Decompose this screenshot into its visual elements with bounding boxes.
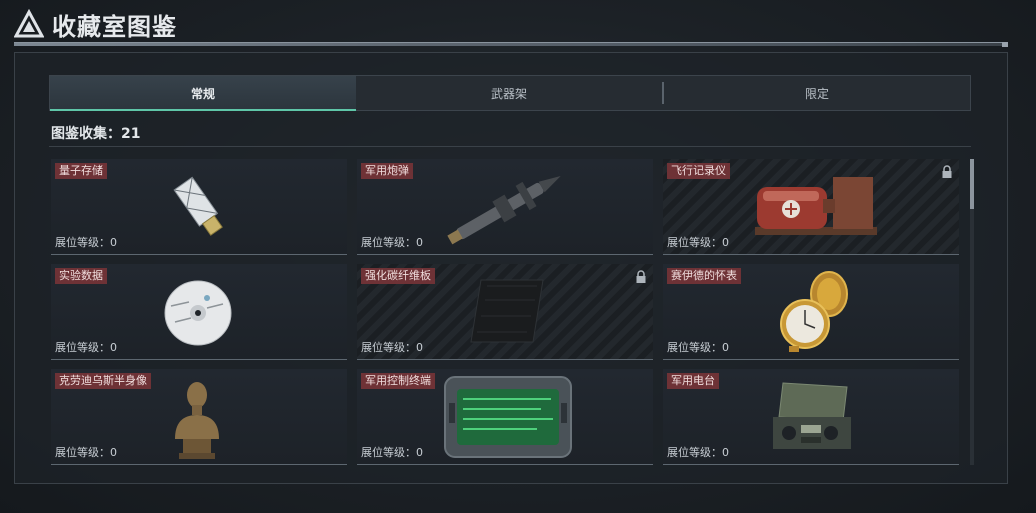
- tab-weapon-rack[interactable]: 武器架: [356, 76, 662, 110]
- control-terminal-icon: [444, 376, 572, 458]
- item-name: 军用电台: [667, 373, 719, 389]
- item-card[interactable]: 军用控制终端 展位等级：0: [357, 369, 653, 465]
- item-name: 克劳迪乌斯半身像: [55, 373, 151, 389]
- artillery-shell-icon: [447, 176, 561, 245]
- item-level: 展位等级：0: [361, 341, 423, 354]
- collection-count: 图鉴收集：21: [51, 126, 141, 142]
- item-card[interactable]: 量子存储 展位等级：0: [51, 159, 347, 255]
- tab-label: 武器架: [490, 86, 527, 101]
- item-grid: 量子存储 展位等级：0 军用炮弹 展位等级：0 飞行记录仪 展位等级：0 实验数…: [51, 159, 963, 465]
- triangle-logo-icon: [14, 9, 44, 38]
- item-name: 实验数据: [55, 268, 107, 284]
- item-card[interactable]: 实验数据 展位等级：0: [51, 264, 347, 360]
- scrollbar-thumb[interactable]: [970, 159, 974, 209]
- item-card[interactable]: 赛伊德的怀表 展位等级：0: [663, 264, 959, 360]
- item-name: 飞行记录仪: [667, 163, 730, 179]
- collection-panel: 常规 武器架 限定 图鉴收集：21 量子存储 展位等级：0 军用炮弹 展位等级：…: [14, 52, 1008, 484]
- item-card[interactable]: 强化碳纤维板 展位等级：0: [357, 264, 653, 360]
- bust-statue-icon: [175, 382, 219, 459]
- usb-drive-icon: [173, 176, 223, 236]
- item-level: 展位等级：0: [361, 236, 423, 249]
- flight-recorder-icon: [755, 177, 877, 235]
- tab-label: 常规: [190, 86, 215, 101]
- pocket-watch-icon: [780, 271, 848, 352]
- lock-icon: [942, 165, 952, 178]
- collection-divider: [49, 146, 971, 147]
- item-card[interactable]: 克劳迪乌斯半身像 展位等级：0: [51, 369, 347, 465]
- item-level: 展位等级：0: [361, 446, 423, 459]
- item-level: 展位等级：0: [667, 341, 729, 354]
- item-level: 展位等级：0: [55, 446, 117, 459]
- tab-label: 限定: [804, 86, 829, 101]
- tab-limited[interactable]: 限定: [664, 76, 970, 110]
- tab-regular[interactable]: 常规: [50, 76, 356, 111]
- item-level: 展位等级：0: [667, 446, 729, 459]
- header-divider: [14, 42, 1008, 47]
- item-level: 展位等级：0: [667, 236, 729, 249]
- lock-icon: [636, 270, 646, 283]
- page-title: 收藏室图鉴: [52, 12, 177, 41]
- item-card[interactable]: 飞行记录仪 展位等级：0: [663, 159, 959, 255]
- scrollbar[interactable]: [970, 159, 974, 465]
- item-level: 展位等级：0: [55, 341, 117, 354]
- item-card[interactable]: 军用炮弹 展位等级：0: [357, 159, 653, 255]
- military-radio-icon: [773, 382, 851, 449]
- item-card[interactable]: 军用电台 展位等级：0: [663, 369, 959, 465]
- item-level: 展位等级：0: [55, 236, 117, 249]
- carbon-plate-icon: [470, 279, 544, 343]
- item-name: 军用控制终端: [361, 373, 435, 389]
- category-tabs: 常规 武器架 限定: [49, 75, 971, 111]
- item-name: 赛伊德的怀表: [667, 268, 741, 284]
- item-name: 强化碳纤维板: [361, 268, 435, 284]
- item-name: 军用炮弹: [361, 163, 413, 179]
- item-name: 量子存储: [55, 163, 107, 179]
- page-header: 收藏室图鉴: [14, 6, 177, 42]
- cd-disc-icon: [164, 280, 232, 346]
